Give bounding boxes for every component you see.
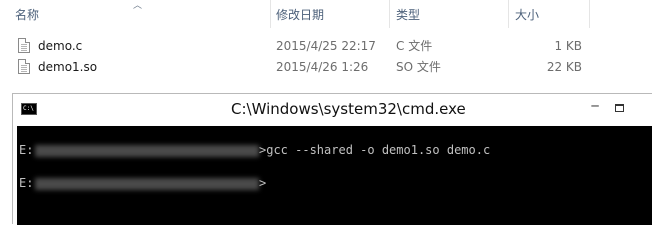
column-divider[interactable]: [389, 0, 390, 28]
command-text: >gcc --shared -o demo1.so demo.c: [259, 143, 491, 157]
file-size: 1 KB: [554, 39, 582, 53]
minimize-button[interactable]: ─: [585, 98, 605, 114]
console-icon[interactable]: C:\: [21, 103, 37, 115]
column-type[interactable]: 类型: [392, 0, 508, 28]
redacted-path: [35, 178, 259, 190]
column-divider[interactable]: [270, 0, 271, 28]
file-name: demo.c: [38, 39, 83, 53]
console-icon-label: C:\: [23, 105, 34, 112]
prompt-drive: E:: [19, 176, 34, 190]
redacted-path: [35, 145, 259, 157]
maximize-button[interactable]: [609, 100, 629, 116]
file-type: SO 文件: [396, 60, 441, 74]
cmd-title-bar[interactable]: C:\ C:\Windows\system32\cmd.exe ─: [13, 94, 652, 125]
column-size[interactable]: 大小: [511, 0, 589, 28]
column-header: ︿ 名称 修改日期 类型 大小: [0, 0, 652, 28]
file-name: demo1.so: [38, 60, 98, 74]
file-date: 2015/4/26 1:26: [276, 60, 369, 74]
file-explorer: ︿ 名称 修改日期 类型 大小 demo.c 2015/4/25 22:17 C…: [0, 0, 652, 92]
column-date[interactable]: 修改日期: [272, 0, 388, 28]
file-row[interactable]: demo.c 2015/4/25 22:17 C 文件 1 KB: [0, 36, 652, 56]
prompt-cursor: >: [259, 176, 267, 190]
console-line: E: >: [19, 176, 266, 225]
c-file-icon: [18, 38, 30, 53]
console-output[interactable]: E: >gcc --shared -o demo1.so demo.c E: >: [17, 126, 652, 225]
so-file-icon: [18, 59, 30, 74]
window-title: C:\Windows\system32\cmd.exe: [231, 100, 466, 118]
column-name[interactable]: 名称: [11, 0, 269, 28]
file-date: 2015/4/25 22:17: [276, 39, 376, 53]
cmd-window[interactable]: C:\ C:\Windows\system32\cmd.exe ─ E: >gc…: [12, 93, 652, 225]
prompt-drive: E:: [19, 143, 34, 157]
column-divider[interactable]: [589, 0, 590, 28]
file-type: C 文件: [396, 39, 433, 53]
file-row[interactable]: demo1.so 2015/4/26 1:26 SO 文件 22 KB: [0, 57, 652, 77]
file-size: 22 KB: [546, 60, 582, 74]
maximize-icon: [614, 104, 624, 112]
column-divider[interactable]: [508, 0, 509, 28]
